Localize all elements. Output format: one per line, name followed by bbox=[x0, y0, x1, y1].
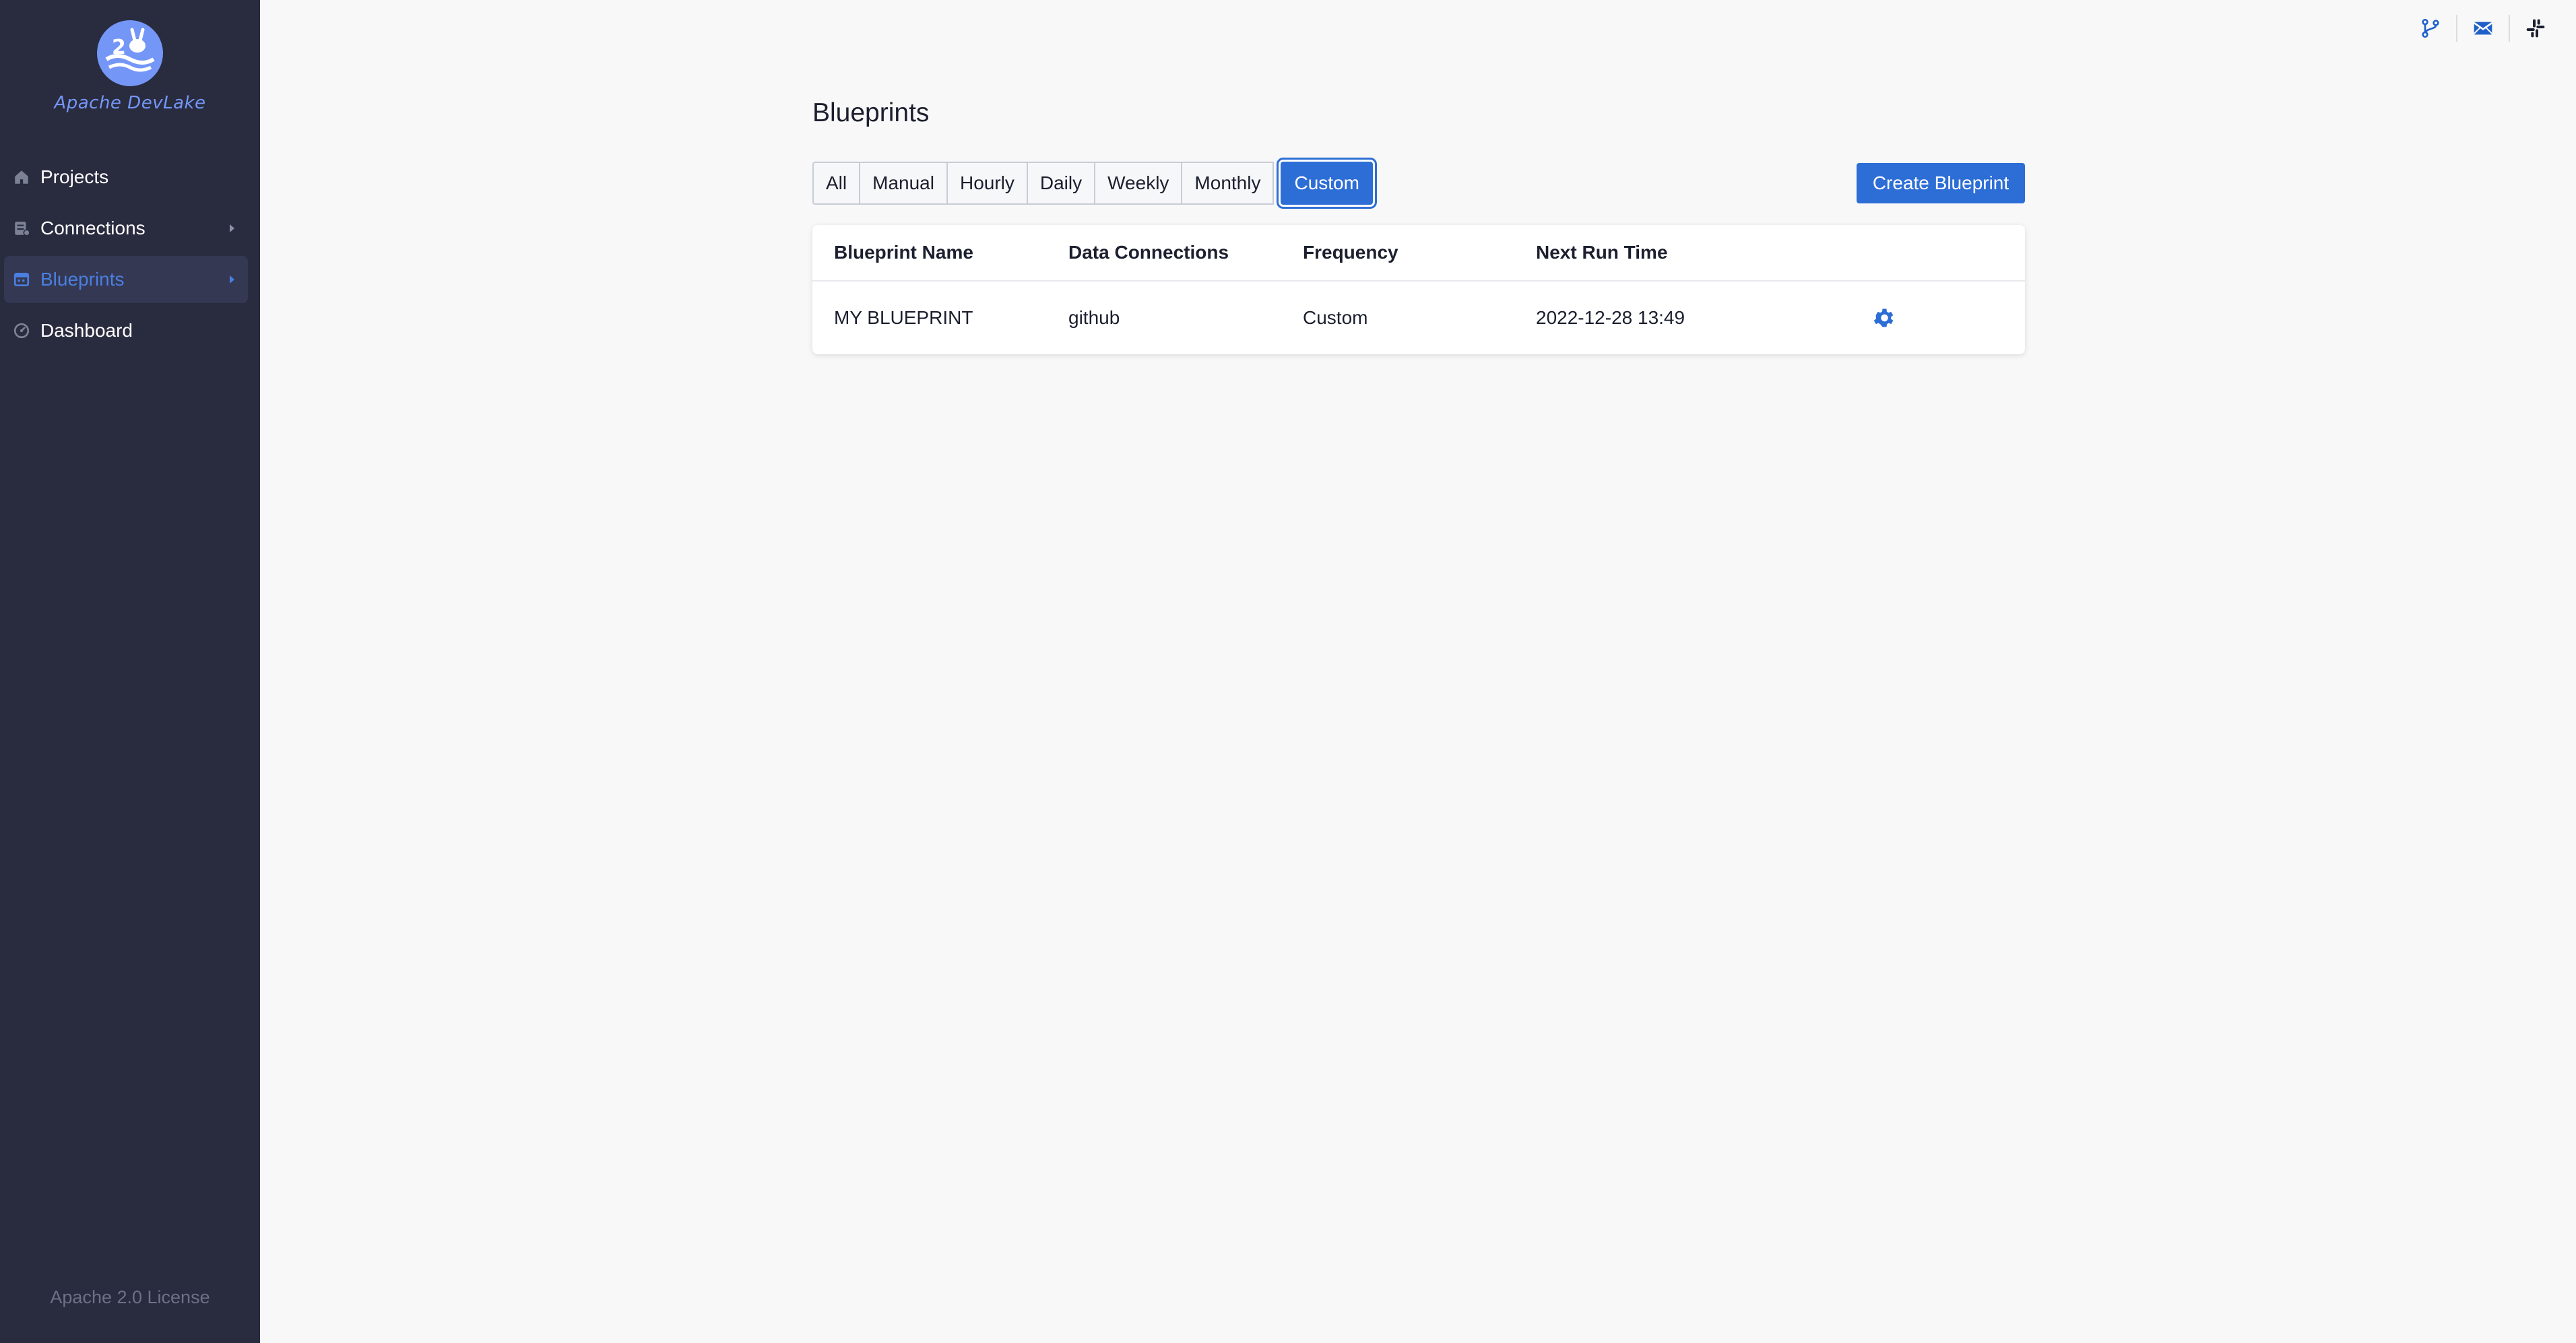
sidebar-item-projects[interactable]: Projects bbox=[4, 154, 248, 201]
filter-manual-button[interactable]: Manual bbox=[859, 162, 948, 205]
connections-icon bbox=[12, 219, 31, 238]
frequency: Custom bbox=[1303, 307, 1368, 328]
slack-icon[interactable] bbox=[2522, 15, 2549, 42]
logo-text: Apache DevLake bbox=[54, 93, 206, 113]
logo[interactable]: 2 Apache DevLake bbox=[0, 20, 260, 113]
filter-custom-button[interactable]: Custom bbox=[1281, 162, 1373, 205]
column-header: Frequency bbox=[1303, 242, 1398, 263]
frequency-filter-group: All Manual Hourly Daily Weekly Monthly C… bbox=[812, 162, 1373, 205]
next-run-time: 2022-12-28 13:49 bbox=[1536, 307, 1685, 328]
filter-monthly-button[interactable]: Monthly bbox=[1181, 162, 1275, 205]
sidebar: 2 Apache DevLake Projects Connections Bl… bbox=[0, 0, 260, 1343]
blueprints-icon bbox=[12, 270, 31, 289]
blueprint-name: MY BLUEPRINT bbox=[834, 307, 973, 328]
license-text[interactable]: Apache 2.0 License bbox=[0, 1287, 260, 1308]
devlake-logo-icon: 2 bbox=[97, 20, 163, 86]
svg-text:2: 2 bbox=[112, 36, 126, 59]
top-toolbar bbox=[2417, 15, 2549, 42]
sidebar-item-label: Dashboard bbox=[40, 320, 133, 341]
sidebar-item-connections[interactable]: Connections bbox=[4, 205, 248, 252]
app-root: 2 Apache DevLake Projects Connections Bl… bbox=[0, 0, 2576, 1343]
dashboard-icon bbox=[12, 321, 31, 340]
gear-icon[interactable] bbox=[1871, 306, 1896, 330]
filter-weekly-button[interactable]: Weekly bbox=[1094, 162, 1183, 205]
blueprints-table: Blueprint Name Data Connections Frequenc… bbox=[812, 225, 2025, 354]
table-row: MY BLUEPRINT github Custom 2022-12-28 13… bbox=[812, 282, 2025, 354]
sidebar-item-label: Projects bbox=[40, 166, 109, 187]
create-blueprint-button[interactable]: Create Blueprint bbox=[1857, 163, 2025, 203]
mail-icon[interactable] bbox=[2470, 15, 2497, 42]
sidebar-item-label: Blueprints bbox=[40, 269, 125, 290]
git-branch-icon[interactable] bbox=[2417, 15, 2444, 42]
column-header: Data Connections bbox=[1068, 242, 1229, 263]
page-title: Blueprints bbox=[812, 98, 930, 127]
caret-right-icon bbox=[230, 224, 234, 232]
column-header: Blueprint Name bbox=[834, 242, 973, 263]
divider bbox=[2456, 15, 2457, 42]
sidebar-nav: Projects Connections Blueprints Dashboar… bbox=[4, 154, 248, 358]
sidebar-item-blueprints[interactable]: Blueprints bbox=[4, 256, 248, 303]
filter-all-button[interactable]: All bbox=[812, 162, 861, 205]
divider bbox=[2509, 15, 2510, 42]
filter-hourly-button[interactable]: Hourly bbox=[946, 162, 1028, 205]
column-header: Next Run Time bbox=[1536, 242, 1668, 263]
data-connections: github bbox=[1068, 307, 1120, 328]
filter-daily-button[interactable]: Daily bbox=[1026, 162, 1096, 205]
home-icon bbox=[12, 168, 31, 187]
sidebar-item-dashboard[interactable]: Dashboard bbox=[4, 307, 248, 354]
caret-right-icon bbox=[230, 275, 234, 284]
table-header: Blueprint Name Data Connections Frequenc… bbox=[812, 225, 2025, 282]
sidebar-item-label: Connections bbox=[40, 218, 146, 238]
